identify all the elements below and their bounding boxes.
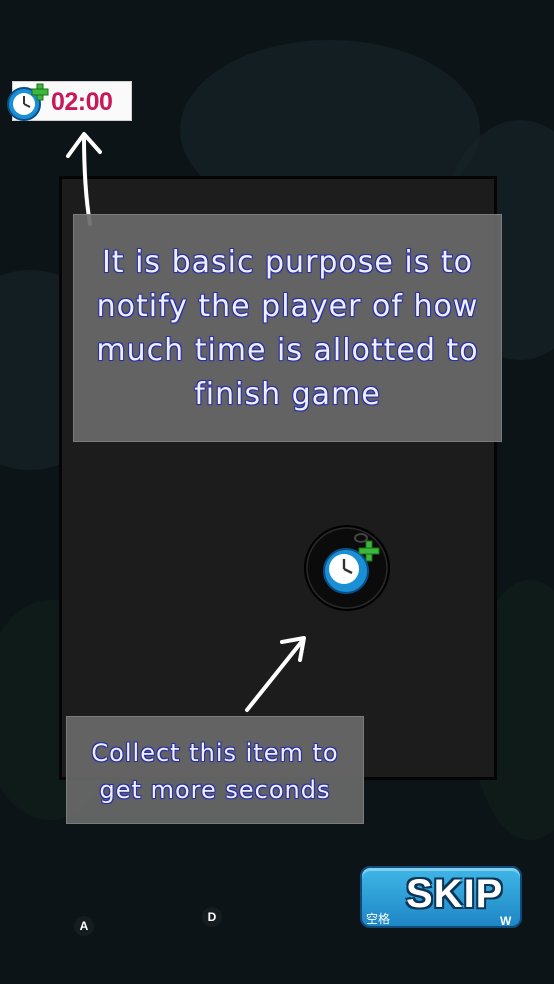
time-bonus-item	[304, 525, 390, 611]
arrow-to-item	[245, 636, 306, 712]
tutorial-arrows	[66, 132, 306, 712]
arrow-to-timer	[66, 132, 102, 226]
item-tip-text: Collect this item to get more seconds	[91, 739, 339, 804]
skip-hotkey-space: 空格	[366, 912, 391, 926]
control-hint-a: A	[74, 916, 94, 936]
item-tip: Collect this item to get more seconds	[66, 716, 364, 824]
skip-button[interactable]: SKIP 空格 W	[360, 866, 522, 928]
skip-button-label: SKIP	[406, 872, 504, 916]
skip-hotkey-w: W	[500, 914, 512, 928]
control-hint-d: D	[202, 907, 222, 927]
timer-tip-text: It is basic purpose is to notify the pla…	[96, 245, 479, 412]
timer-tip: It is basic purpose is to notify the pla…	[73, 214, 502, 442]
